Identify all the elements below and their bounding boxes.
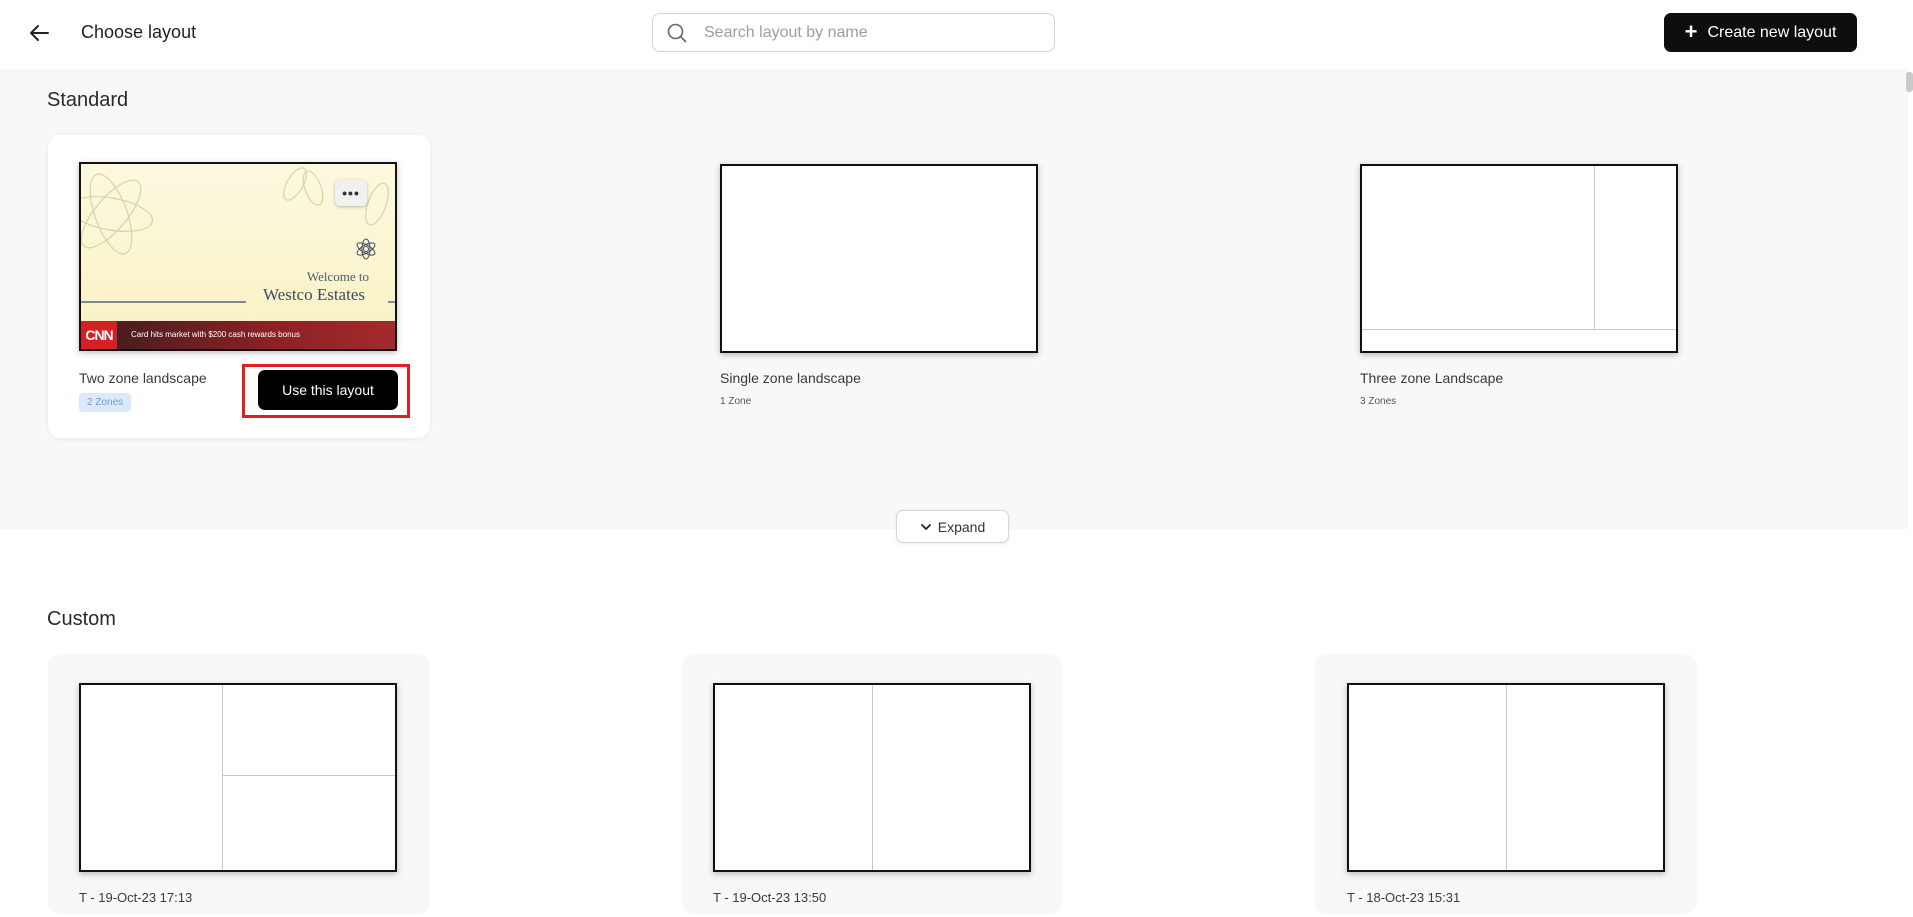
- create-new-layout-button[interactable]: + Create new layout: [1664, 13, 1857, 52]
- zone-count-badge: 2 Zones: [79, 393, 132, 412]
- custom-layout-name: T - 18-Oct-23 15:31: [1347, 890, 1461, 905]
- back-arrow-icon[interactable]: [26, 19, 54, 47]
- search-icon: [666, 22, 688, 44]
- section-title-custom: Custom: [47, 608, 116, 630]
- top-bar: Choose layout + Create new layout: [0, 0, 1913, 69]
- zone-count-text: 1 Zone: [720, 396, 752, 407]
- layout-name: Two zone landscape: [79, 370, 207, 386]
- layout-preview-single-zone: [720, 164, 1038, 353]
- news-ticker: CNN Card hits market with $200 cash rewa…: [81, 321, 395, 349]
- section-title-standard: Standard: [47, 89, 129, 111]
- scrollbar[interactable]: [1906, 72, 1913, 92]
- custom-layout-card[interactable]: T - 19-Oct-23 17:13: [48, 654, 430, 914]
- zone-divider: [872, 685, 873, 870]
- create-new-layout-label: Create new layout: [1707, 23, 1837, 41]
- zone-count-text: 3 Zones: [1360, 396, 1397, 407]
- custom-layout-card[interactable]: T - 18-Oct-23 15:31: [1315, 654, 1697, 914]
- custom-layout-preview: [1347, 683, 1665, 872]
- cnn-logo: CNN: [81, 321, 117, 349]
- welcome-preview: ••• Welcome to Westco Estates CNN Card h…: [81, 164, 395, 349]
- search-box: [652, 13, 1055, 52]
- layout-name: Three zone Landscape: [1360, 370, 1504, 386]
- expand-label: Expand: [937, 518, 986, 535]
- custom-layout-name: T - 19-Oct-23 13:50: [713, 890, 827, 905]
- zone-divider: [222, 685, 223, 870]
- plus-icon: +: [1684, 18, 1698, 44]
- zone-divider: [1594, 166, 1595, 329]
- layout-name: Single zone landscape: [720, 370, 861, 386]
- custom-layout-name: T - 19-Oct-23 17:13: [79, 890, 193, 905]
- search-input[interactable]: [704, 14, 1044, 51]
- chevron-down-icon: [920, 523, 931, 530]
- page-title: Choose layout: [81, 22, 197, 42]
- preview-property-text: Westco Estates: [262, 285, 365, 304]
- preview-welcome-text: Welcome to: [306, 269, 369, 284]
- expand-button[interactable]: Expand: [896, 510, 1009, 543]
- custom-layout-preview: [79, 683, 397, 872]
- layout-preview-three-zone: [1360, 164, 1678, 353]
- zone-divider: [1362, 329, 1676, 330]
- custom-layout-card[interactable]: T - 19-Oct-23 13:50: [681, 654, 1063, 914]
- more-options-icon[interactable]: •••: [335, 180, 367, 206]
- standard-section: Standard ••• Welcome to Westco Estates C…: [0, 69, 1908, 543]
- custom-layout-preview: [713, 683, 1031, 872]
- use-this-layout-button[interactable]: Use this layout: [258, 370, 398, 410]
- layout-preview-two-zone: ••• Welcome to Westco Estates CNN Card h…: [79, 162, 397, 351]
- zone-divider: [222, 775, 395, 776]
- zone-divider: [1506, 685, 1507, 870]
- ticker-headline: Card hits market with $200 cash rewards …: [131, 330, 300, 339]
